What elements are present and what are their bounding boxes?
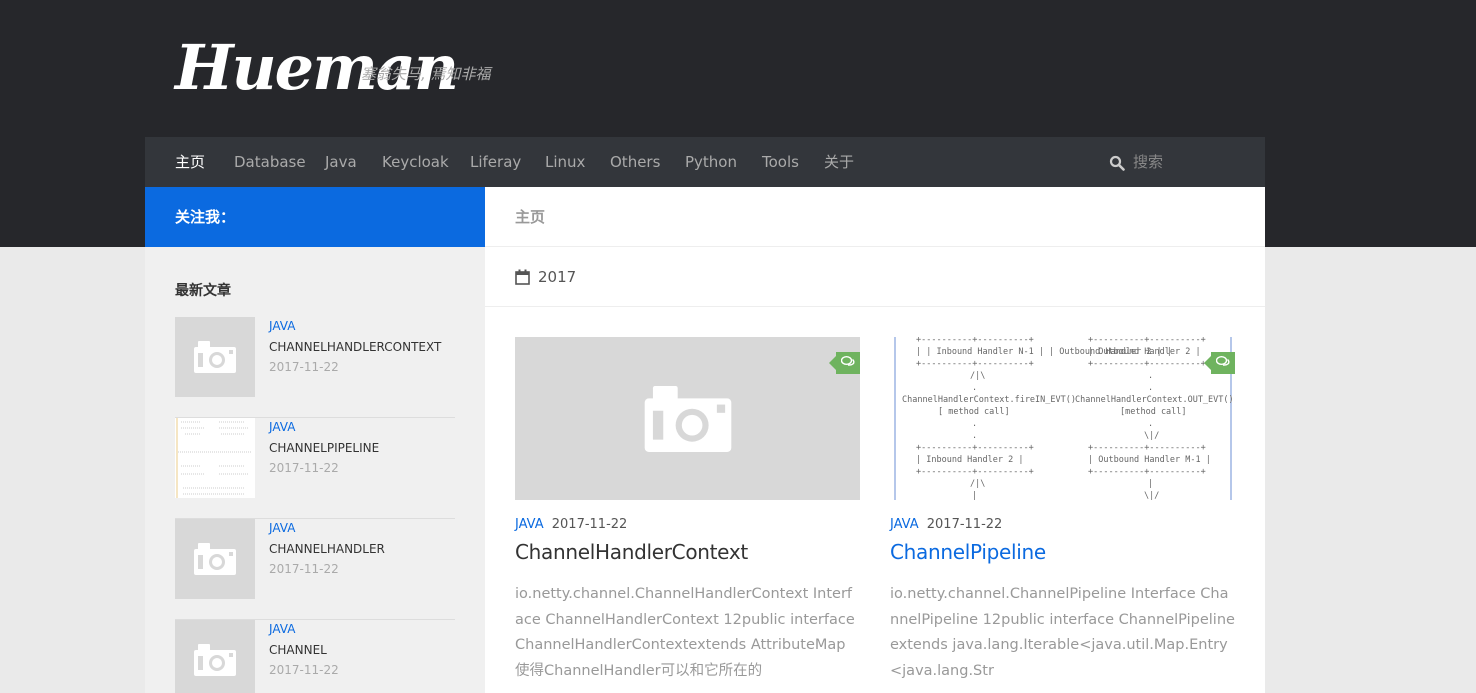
search-input[interactable] (1133, 150, 1263, 174)
svg-text:.: . (972, 419, 977, 429)
diagram-out-evt: ChannelHandlerContext.OUT_EVT() (1075, 395, 1234, 405)
post-card-title[interactable]: ChannelHandlerContext (515, 540, 748, 564)
post-card-date: 2017-11-22 (551, 517, 628, 532)
post-card-category[interactable]: JAVA (515, 517, 544, 532)
post-date: 2017-11-22 (269, 461, 339, 475)
diagram-inbound-2: | Inbound Handler 2 | (916, 455, 1023, 465)
main-content: 主页 2017 JAVA 2017-11-22 ChannelHandlerCo… (485, 187, 1265, 693)
svg-text:.: . (972, 383, 977, 393)
svg-text:/|\: /|\ (970, 479, 985, 489)
svg-text:+----------+----------+: +----------+----------+ (1088, 359, 1206, 369)
svg-text:| Outbound Handler 2 |: | Outbound Handler 2 | (1088, 347, 1201, 357)
svg-text:\|/: \|/ (1144, 491, 1159, 500)
calendar-icon (515, 269, 530, 285)
post-title-link[interactable]: CHANNEL (269, 643, 327, 657)
post-card-date: 2017-11-22 (926, 517, 1003, 532)
nav-item-linux[interactable]: Linux (545, 137, 585, 187)
main-nav: 主页 Database Java Keycloak Liferay Linux … (145, 137, 1265, 187)
diagram-fire-in: ChannelHandlerContext.fireIN_EVT() (902, 395, 1076, 405)
svg-text:+----------+----------+: +----------+----------+ (916, 443, 1034, 453)
post-card-meta: JAVA 2017-11-22 (890, 517, 1002, 532)
follow-me-bar: 关注我： (145, 187, 485, 247)
svg-text:+----------+----------+: +----------+----------+ (916, 467, 1034, 477)
post-title-link[interactable]: CHANNELHANDLERCONTEXT (269, 340, 441, 354)
nav-item-liferay[interactable]: Liferay (470, 137, 521, 187)
search-icon[interactable] (1109, 155, 1125, 171)
comments-icon (841, 356, 855, 366)
camera-icon (194, 341, 236, 373)
svg-text:+----------+----------+: +----------+----------+ (1088, 467, 1206, 477)
post-card-excerpt: io.netty.channel.ChannelPipeline Interfa… (890, 586, 1235, 679)
archive-year: 2017 (538, 268, 577, 286)
diagram-method-call-1: [ method call] (938, 407, 1010, 417)
nav-item-database[interactable]: Database (234, 137, 306, 187)
post-date: 2017-11-22 (269, 562, 339, 576)
nav-item-home[interactable]: 主页 (175, 137, 205, 187)
post-card-thumbnail[interactable] (515, 337, 860, 500)
post-date: 2017-11-22 (269, 663, 339, 677)
nav-item-java[interactable]: Java (325, 137, 357, 187)
svg-text:.: . (1148, 419, 1153, 429)
post-card-thumbnail-diagram[interactable]: +----------+----------+ +----------+----… (890, 337, 1235, 500)
post-category-link[interactable]: JAVA (269, 319, 295, 333)
post-category-link[interactable]: JAVA (269, 622, 295, 636)
diagram-method-call-2: [method call] (1120, 407, 1187, 417)
svg-text:|: | (972, 491, 977, 500)
svg-text:.: . (972, 431, 977, 441)
diagram-thumbnail-icon (176, 418, 251, 498)
svg-text:+----------+----------+: +----------+----------+ (1088, 443, 1206, 453)
post-card-meta: JAVA 2017-11-22 (515, 517, 627, 532)
recent-post-item[interactable]: JAVA CHANNEL 2017-11-22 (175, 620, 455, 693)
comments-badge[interactable] (1204, 352, 1235, 374)
svg-text:+----------+----------+: +----------+----------+ (916, 337, 1034, 345)
sidebar: 最新文章 JAVA CHANNELHANDLERCONTEXT 2017-11-… (145, 247, 485, 693)
svg-text:|: | (1148, 479, 1153, 489)
post-thumbnail-diagram[interactable] (175, 418, 255, 498)
nav-item-keycloak[interactable]: Keycloak (382, 137, 449, 187)
site-tagline: 塞翁失马, 焉知非福 (361, 65, 491, 83)
svg-text:.: . (1148, 383, 1153, 393)
post-category-link[interactable]: JAVA (269, 521, 295, 535)
post-card-category[interactable]: JAVA (890, 517, 919, 532)
camera-icon (194, 543, 236, 575)
svg-text:+----------+----------+: +----------+----------+ (1088, 337, 1206, 345)
diagram-outbound-m1: | Outbound Handler M-1 | (1088, 455, 1211, 465)
post-title-link[interactable]: CHANNELHANDLER (269, 542, 385, 556)
camera-icon (644, 385, 731, 452)
recent-post-item[interactable]: JAVA CHANNELHANDLERCONTEXT 2017-11-22 (175, 317, 455, 418)
post-thumbnail[interactable] (175, 620, 255, 693)
camera-icon (194, 644, 236, 676)
nav-item-about[interactable]: 关于 (824, 137, 854, 187)
pipeline-diagram: +----------+----------+ +----------+----… (894, 337, 1234, 500)
recent-post-item[interactable]: JAVA CHANNELHANDLER 2017-11-22 (175, 519, 455, 620)
post-title-link[interactable]: CHANNELPIPELINE (269, 441, 379, 455)
post-date: 2017-11-22 (269, 360, 339, 374)
comments-icon (1216, 356, 1230, 366)
comments-badge[interactable] (829, 352, 860, 374)
svg-text:.: . (1148, 371, 1153, 381)
nav-item-others[interactable]: Others (610, 137, 660, 187)
svg-text:/|\: /|\ (970, 371, 985, 381)
page-title: 主页 (485, 187, 1265, 247)
svg-text:+----------+----------+: +----------+----------+ (916, 359, 1034, 369)
archive-heading: 2017 (485, 247, 1265, 307)
nav-item-tools[interactable]: Tools (762, 137, 799, 187)
post-thumbnail[interactable] (175, 519, 255, 599)
post-category-link[interactable]: JAVA (269, 420, 295, 434)
nav-item-python[interactable]: Python (685, 137, 737, 187)
post-thumbnail[interactable] (175, 317, 255, 397)
svg-text:\|/: \|/ (1144, 431, 1159, 441)
recent-posts-title: 最新文章 (175, 283, 231, 299)
recent-post-item[interactable]: JAVA CHANNELPIPELINE 2017-11-22 (175, 418, 455, 519)
post-card-title[interactable]: ChannelPipeline (890, 540, 1046, 564)
post-card-excerpt: io.netty.channel.ChannelHandlerContext I… (515, 586, 855, 679)
